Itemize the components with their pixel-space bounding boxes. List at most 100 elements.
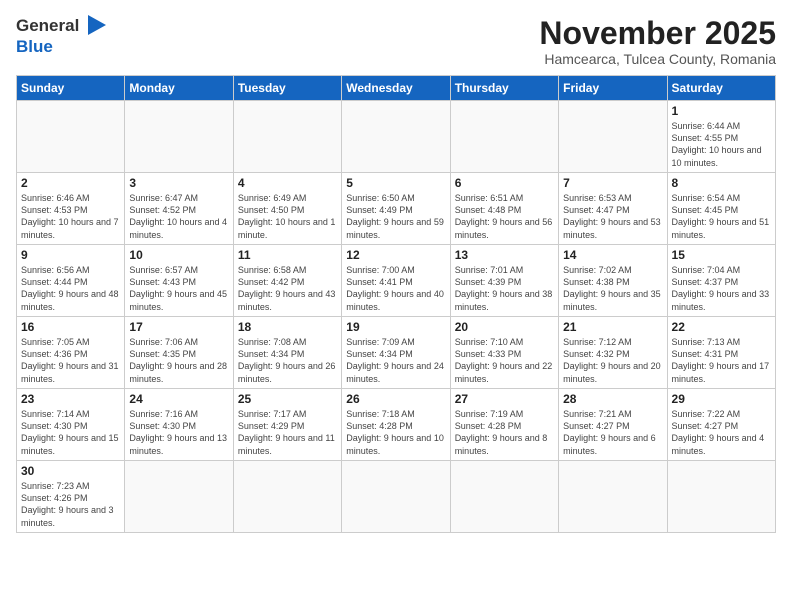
day-number: 8	[672, 176, 771, 190]
calendar-cell: 5 Sunrise: 6:50 AM Sunset: 4:49 PM Daylig…	[342, 173, 450, 245]
calendar-cell: 16Sunrise: 7:05 AM Sunset: 4:36 PM Dayli…	[17, 317, 125, 389]
day-info: Sunrise: 6:57 AM Sunset: 4:43 PM Dayligh…	[129, 264, 228, 313]
calendar-cell: 29 Sunrise: 7:22 AM Sunset: 4:27 PM Dayli…	[667, 389, 775, 461]
calendar-cell: 26Sunrise: 7:18 AM Sunset: 4:28 PM Dayli…	[342, 389, 450, 461]
week-row: 30 Sunrise: 7:23 AM Sunset: 4:26 PM Dayli…	[17, 461, 776, 533]
calendar-cell: 4 Sunrise: 6:49 AM Sunset: 4:50 PM Daylig…	[233, 173, 341, 245]
calendar-cell: 23 Sunrise: 7:14 AM Sunset: 4:30 PM Dayli…	[17, 389, 125, 461]
day-number: 15	[672, 248, 771, 262]
day-info: Sunrise: 7:08 AM Sunset: 4:34 PM Dayligh…	[238, 336, 337, 385]
day-number: 14	[563, 248, 662, 262]
calendar-cell	[125, 101, 233, 173]
day-number: 4	[238, 176, 337, 190]
day-number: 24	[129, 392, 228, 406]
calendar-cell: 27Sunrise: 7:19 AM Sunset: 4:28 PM Dayli…	[450, 389, 558, 461]
day-number: 19	[346, 320, 445, 334]
day-info: Sunrise: 6:47 AM Sunset: 4:52 PM Dayligh…	[129, 192, 228, 241]
subtitle: Hamcearca, Tulcea County, Romania	[539, 51, 776, 67]
day-info: Sunrise: 6:46 AM Sunset: 4:53 PM Dayligh…	[21, 192, 120, 241]
calendar-cell: 17Sunrise: 7:06 AM Sunset: 4:35 PM Dayli…	[125, 317, 233, 389]
weekday-header: Friday	[559, 76, 667, 101]
day-info: Sunrise: 7:12 AM Sunset: 4:32 PM Dayligh…	[563, 336, 662, 385]
calendar-cell: 1Sunrise: 6:44 AM Sunset: 4:55 PM Daylig…	[667, 101, 775, 173]
day-info: Sunrise: 7:09 AM Sunset: 4:34 PM Dayligh…	[346, 336, 445, 385]
calendar-cell	[342, 461, 450, 533]
day-info: Sunrise: 7:23 AM Sunset: 4:26 PM Dayligh…	[21, 480, 120, 529]
day-number: 12	[346, 248, 445, 262]
calendar-cell: 18 Sunrise: 7:08 AM Sunset: 4:34 PM Dayli…	[233, 317, 341, 389]
week-row: 16Sunrise: 7:05 AM Sunset: 4:36 PM Dayli…	[17, 317, 776, 389]
calendar-cell: 19 Sunrise: 7:09 AM Sunset: 4:34 PM Dayli…	[342, 317, 450, 389]
day-number: 25	[238, 392, 337, 406]
day-number: 20	[455, 320, 554, 334]
calendar-cell: 6 Sunrise: 6:51 AM Sunset: 4:48 PM Daylig…	[450, 173, 558, 245]
day-info: Sunrise: 7:01 AM Sunset: 4:39 PM Dayligh…	[455, 264, 554, 313]
day-number: 22	[672, 320, 771, 334]
calendar-cell: 10 Sunrise: 6:57 AM Sunset: 4:43 PM Dayli…	[125, 245, 233, 317]
calendar-cell: 12 Sunrise: 7:00 AM Sunset: 4:41 PM Dayli…	[342, 245, 450, 317]
calendar-cell: 25 Sunrise: 7:17 AM Sunset: 4:29 PM Dayli…	[233, 389, 341, 461]
day-info: Sunrise: 6:54 AM Sunset: 4:45 PM Dayligh…	[672, 192, 771, 241]
weekday-header: Thursday	[450, 76, 558, 101]
day-number: 30	[21, 464, 120, 478]
calendar-cell: 24 Sunrise: 7:16 AM Sunset: 4:30 PM Dayli…	[125, 389, 233, 461]
day-info: Sunrise: 7:21 AM Sunset: 4:27 PM Dayligh…	[563, 408, 662, 457]
logo-general: General	[16, 16, 79, 35]
day-info: Sunrise: 6:51 AM Sunset: 4:48 PM Dayligh…	[455, 192, 554, 241]
day-number: 21	[563, 320, 662, 334]
calendar-cell: 30 Sunrise: 7:23 AM Sunset: 4:26 PM Dayli…	[17, 461, 125, 533]
day-info: Sunrise: 7:14 AM Sunset: 4:30 PM Dayligh…	[21, 408, 120, 457]
weekday-header: Saturday	[667, 76, 775, 101]
day-info: Sunrise: 7:06 AM Sunset: 4:35 PM Dayligh…	[129, 336, 228, 385]
page: General Blue November 2025 Hamcearca, Tu…	[0, 0, 792, 612]
week-row: 2 Sunrise: 6:46 AM Sunset: 4:53 PM Daylig…	[17, 173, 776, 245]
calendar-cell: 3Sunrise: 6:47 AM Sunset: 4:52 PM Daylig…	[125, 173, 233, 245]
day-info: Sunrise: 6:49 AM Sunset: 4:50 PM Dayligh…	[238, 192, 337, 241]
weekday-header: Wednesday	[342, 76, 450, 101]
header: General Blue November 2025 Hamcearca, Tu…	[16, 16, 776, 67]
calendar-cell	[342, 101, 450, 173]
weekday-header: Tuesday	[233, 76, 341, 101]
day-info: Sunrise: 7:22 AM Sunset: 4:27 PM Dayligh…	[672, 408, 771, 457]
title-block: November 2025 Hamcearca, Tulcea County, …	[539, 16, 776, 67]
month-title: November 2025	[539, 16, 776, 51]
day-number: 26	[346, 392, 445, 406]
day-number: 5	[346, 176, 445, 190]
day-info: Sunrise: 7:17 AM Sunset: 4:29 PM Dayligh…	[238, 408, 337, 457]
calendar-cell	[233, 461, 341, 533]
day-info: Sunrise: 7:00 AM Sunset: 4:41 PM Dayligh…	[346, 264, 445, 313]
weekday-header: Monday	[125, 76, 233, 101]
calendar-cell	[125, 461, 233, 533]
calendar-cell	[559, 461, 667, 533]
day-info: Sunrise: 6:56 AM Sunset: 4:44 PM Dayligh…	[21, 264, 120, 313]
day-number: 6	[455, 176, 554, 190]
logo-text: General Blue	[16, 16, 106, 57]
day-number: 16	[21, 320, 120, 334]
calendar-cell: 8 Sunrise: 6:54 AM Sunset: 4:45 PM Daylig…	[667, 173, 775, 245]
calendar-cell: 21 Sunrise: 7:12 AM Sunset: 4:32 PM Dayli…	[559, 317, 667, 389]
weekday-header-row: SundayMondayTuesdayWednesdayThursdayFrid…	[17, 76, 776, 101]
calendar-cell	[17, 101, 125, 173]
day-info: Sunrise: 6:44 AM Sunset: 4:55 PM Dayligh…	[672, 120, 771, 169]
day-info: Sunrise: 6:58 AM Sunset: 4:42 PM Dayligh…	[238, 264, 337, 313]
day-info: Sunrise: 7:02 AM Sunset: 4:38 PM Dayligh…	[563, 264, 662, 313]
day-info: Sunrise: 7:10 AM Sunset: 4:33 PM Dayligh…	[455, 336, 554, 385]
day-number: 23	[21, 392, 120, 406]
calendar-cell: 14 Sunrise: 7:02 AM Sunset: 4:38 PM Dayli…	[559, 245, 667, 317]
day-number: 10	[129, 248, 228, 262]
day-info: Sunrise: 7:16 AM Sunset: 4:30 PM Dayligh…	[129, 408, 228, 457]
calendar-cell: 22 Sunrise: 7:13 AM Sunset: 4:31 PM Dayli…	[667, 317, 775, 389]
day-info: Sunrise: 6:50 AM Sunset: 4:49 PM Dayligh…	[346, 192, 445, 241]
calendar-cell	[450, 101, 558, 173]
day-number: 2	[21, 176, 120, 190]
calendar-cell	[667, 461, 775, 533]
calendar-cell: 15Sunrise: 7:04 AM Sunset: 4:37 PM Dayli…	[667, 245, 775, 317]
week-row: 9Sunrise: 6:56 AM Sunset: 4:44 PM Daylig…	[17, 245, 776, 317]
week-row: 1Sunrise: 6:44 AM Sunset: 4:55 PM Daylig…	[17, 101, 776, 173]
day-number: 29	[672, 392, 771, 406]
day-info: Sunrise: 7:13 AM Sunset: 4:31 PM Dayligh…	[672, 336, 771, 385]
day-info: Sunrise: 6:53 AM Sunset: 4:47 PM Dayligh…	[563, 192, 662, 241]
calendar-cell	[233, 101, 341, 173]
day-number: 27	[455, 392, 554, 406]
day-number: 18	[238, 320, 337, 334]
